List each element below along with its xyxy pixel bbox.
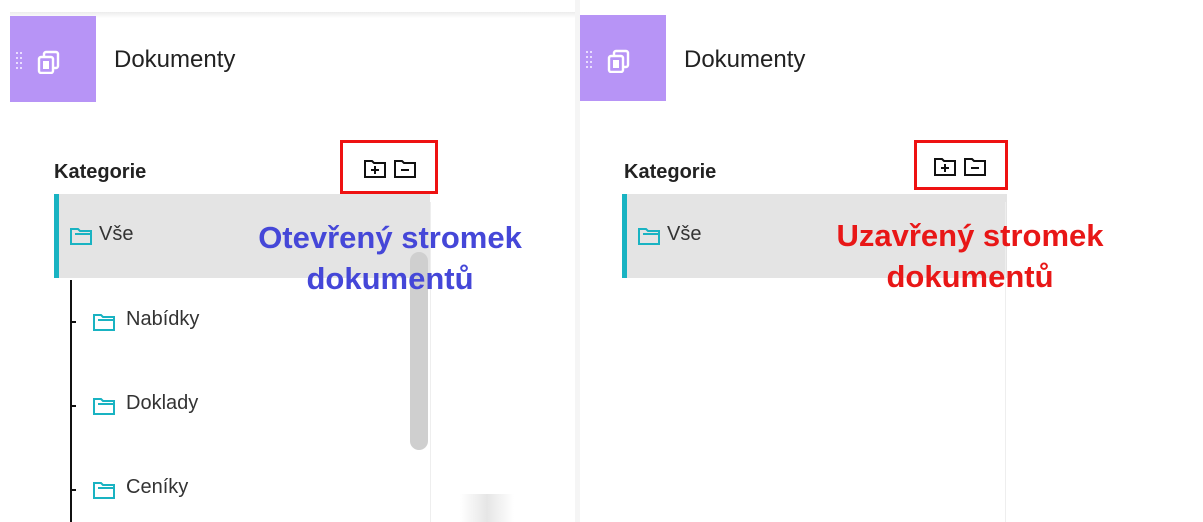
expand-all-folder-icon[interactable]: [933, 155, 957, 177]
folder-icon: [70, 228, 92, 245]
tree-connector-branch: [70, 321, 76, 323]
tree-item-label: Nabídky: [126, 308, 200, 330]
category-heading: Kategorie: [54, 161, 147, 183]
folder-icon: [638, 228, 660, 245]
tree-item-label: Vše: [667, 223, 702, 245]
tree-item-label: Ceníky: [126, 476, 189, 498]
tree-item-label: Vše: [99, 223, 134, 245]
annotation-line: dokumentů: [306, 261, 474, 296]
annotation-line: Otevřený stromek: [258, 220, 522, 255]
panel-header-icon-block: [580, 15, 666, 101]
tree-controls-highlight: [914, 140, 1008, 190]
tree-connector-branch: [70, 489, 76, 491]
panel-title: Dokumenty: [684, 46, 806, 73]
annotation-line: Uzavřený stromek: [836, 218, 1104, 253]
tree-connector-line: [70, 280, 72, 522]
folder-icon: [93, 314, 115, 331]
folder-icon: [93, 482, 115, 499]
category-heading: Kategorie: [624, 161, 717, 183]
documents-panel-open: Dokumenty Kategorie Vše Nabídky Doklady …: [10, 12, 575, 522]
panel-header-icon-block: [10, 16, 96, 102]
scroll-fade: [460, 494, 514, 522]
collapse-all-folder-icon[interactable]: [963, 155, 987, 177]
annotation-line: dokumentů: [886, 259, 1054, 294]
documents-icon: [607, 49, 630, 73]
closed-tree-annotation: Uzavřený stromek dokumentů: [800, 215, 1140, 297]
collapse-all-folder-icon[interactable]: [393, 157, 417, 179]
tree-controls-highlight: [340, 140, 438, 194]
tree-connector-branch: [70, 405, 76, 407]
tree-item-label: Doklady: [126, 392, 199, 414]
panel-title: Dokumenty: [114, 46, 236, 73]
documents-panel-closed: Dokumenty Kategorie Vše Uzavřený stromek…: [580, 12, 1203, 522]
expand-all-folder-icon[interactable]: [363, 157, 387, 179]
drag-handle-icon[interactable]: [16, 52, 24, 69]
documents-icon: [37, 50, 60, 74]
open-tree-annotation: Otevřený stromek dokumentů: [220, 217, 560, 299]
folder-icon: [93, 398, 115, 415]
drag-handle-icon[interactable]: [586, 51, 594, 68]
